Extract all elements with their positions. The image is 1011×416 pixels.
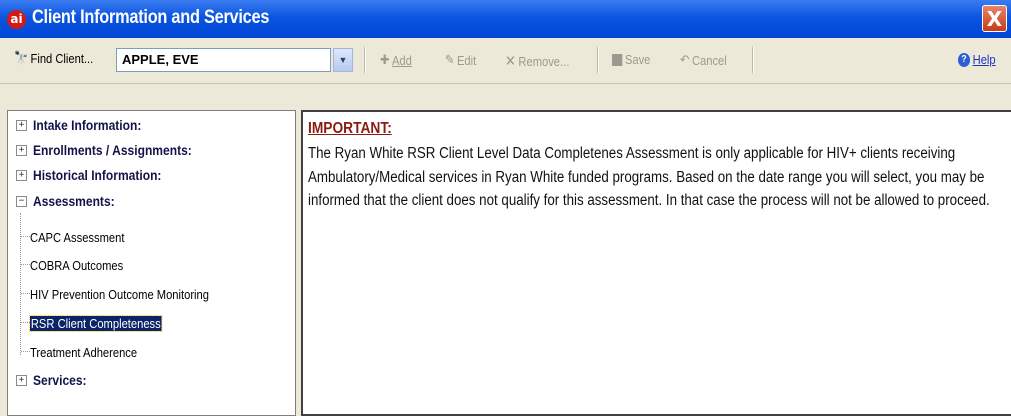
pencil-icon: ✎ — [445, 52, 455, 67]
expand-icon[interactable]: + — [16, 119, 27, 131]
content-panel: IMPORTANT: The Ryan White RSR Client Lev… — [301, 110, 1011, 416]
important-message: The Ryan White RSR Client Level Data Com… — [308, 145, 990, 209]
toolbar-separator — [752, 47, 754, 73]
tree-guide-line — [21, 236, 30, 237]
close-button[interactable]: X — [982, 5, 1007, 32]
help-icon: ? — [958, 52, 971, 67]
tree-item-assessments[interactable]: − Assessments: — [16, 191, 128, 211]
remove-x-icon: ✕ — [505, 53, 516, 70]
find-client-button[interactable]: 🔭 Find Client... — [14, 50, 93, 66]
tree-guide-line — [21, 293, 30, 294]
save-button[interactable]: Save — [612, 52, 650, 67]
tree-item-label: Treatment Adherence — [30, 344, 138, 360]
toolbar-separator — [597, 47, 599, 73]
navigation-tree[interactable]: + Intake Information: + Enrollments / As… — [7, 110, 296, 416]
tree-guide-line — [20, 213, 21, 355]
tree-item-label: CAPC Assessment — [30, 229, 125, 245]
tree-item-intake[interactable]: + Intake Information: — [16, 115, 159, 135]
expand-icon[interactable]: + — [16, 169, 27, 181]
tree-item-cobra[interactable]: COBRA Outcomes — [30, 255, 138, 275]
collapse-icon[interactable]: − — [16, 195, 27, 207]
tree-item-label: Historical Information: — [33, 167, 162, 183]
tree-item-rsr-client-completeness[interactable]: RSR Client Completeness — [29, 313, 183, 333]
important-heading: IMPORTANT: — [308, 120, 392, 137]
chevron-down-icon[interactable]: ▼ — [333, 48, 353, 72]
client-search-input[interactable]: APPLE, EVE — [116, 48, 331, 72]
tree-item-label: RSR Client Completeness — [29, 314, 163, 332]
tree-guide-line — [21, 322, 30, 323]
tree-item-treatment-adherence[interactable]: Treatment Adherence — [30, 342, 155, 362]
tree-item-services[interactable]: + Services: — [16, 370, 95, 390]
cancel-label: Cancel — [691, 52, 727, 68]
plus-icon: ✚ — [380, 52, 390, 67]
tree-item-label: COBRA Outcomes — [30, 257, 124, 273]
expand-icon[interactable]: + — [16, 144, 27, 156]
window-title: Client Information and Services — [32, 7, 270, 28]
tree-item-label: Enrollments / Assignments: — [33, 142, 192, 158]
help-button[interactable]: ? Help — [958, 52, 996, 67]
undo-icon: ↶ — [680, 52, 690, 67]
tree-guide-line — [21, 264, 30, 265]
remove-button[interactable]: ✕ Remove... — [505, 52, 569, 70]
tree-guide-line — [21, 351, 30, 352]
title-bar: ai Client Information and Services X — [0, 0, 1011, 38]
expand-icon[interactable]: + — [16, 374, 27, 386]
tree-item-label: HIV Prevention Outcome Monitoring — [30, 286, 209, 302]
tree-item-enrollments[interactable]: + Enrollments / Assignments: — [16, 140, 218, 160]
edit-label: Edit — [456, 52, 477, 68]
save-label: Save — [624, 52, 651, 67]
tree-item-label: Assessments: — [33, 193, 115, 209]
remove-label: Remove... — [518, 53, 570, 69]
disk-icon — [612, 53, 623, 66]
toolbar-separator — [364, 47, 366, 73]
cancel-button[interactable]: ↶ Cancel — [680, 52, 727, 68]
binoculars-icon: 🔭 — [14, 50, 28, 65]
tree-item-label: Services: — [33, 372, 87, 388]
tree-item-capc[interactable]: CAPC Assessment — [30, 227, 140, 247]
add-label: Add — [391, 52, 412, 68]
app-logo-icon: ai — [7, 10, 26, 29]
add-button[interactable]: ✚ Add — [380, 52, 412, 68]
edit-button[interactable]: ✎ Edit — [445, 52, 476, 68]
tree-item-historical[interactable]: + Historical Information: — [16, 165, 182, 185]
help-label: Help — [972, 52, 996, 67]
tree-item-label: Intake Information: — [33, 117, 142, 133]
tree-item-hiv-prevention[interactable]: HIV Prevention Outcome Monitoring — [30, 284, 238, 304]
find-client-label: Find Client... — [30, 50, 94, 66]
